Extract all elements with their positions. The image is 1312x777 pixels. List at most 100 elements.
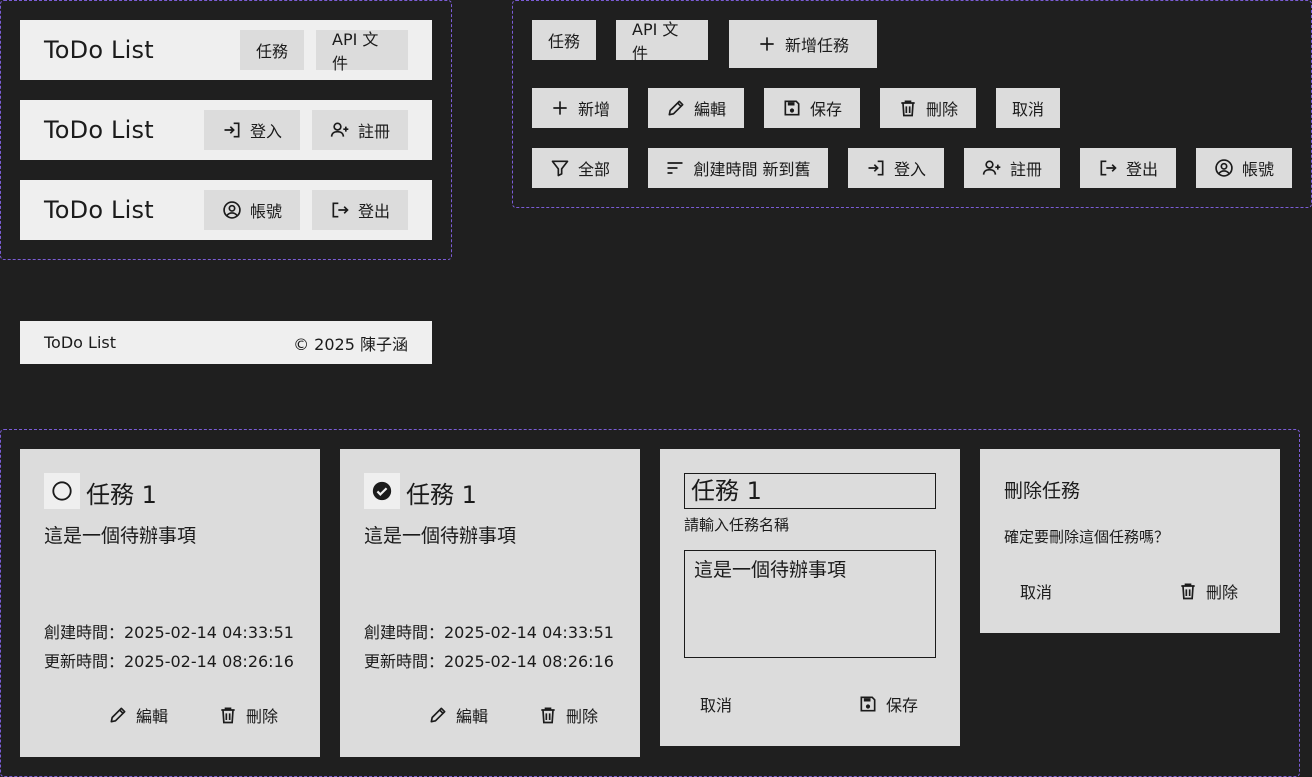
add-task-button[interactable]: 新增任務 <box>729 20 877 68</box>
description-textarea[interactable]: 這是一個待辦事項 <box>684 550 936 658</box>
edit-label: 編輯 <box>693 100 726 119</box>
add-label: 新增 <box>577 100 610 119</box>
edit-button[interactable]: 編輯 <box>648 88 744 128</box>
tasks-label: 任務 <box>548 32 581 51</box>
api-docs-button[interactable]: API 文件 <box>616 20 708 63</box>
filter-all-button[interactable]: 全部 <box>532 148 628 188</box>
nav-api-docs-button[interactable]: API 文件 <box>316 30 408 73</box>
cancel-label: 取消 <box>1012 100 1045 119</box>
logout-icon <box>1098 158 1118 178</box>
complete-checkbox[interactable] <box>364 473 400 509</box>
edit-button[interactable]: 編輯 <box>108 703 168 727</box>
sort-button[interactable]: 創建時間 新到舊 <box>648 148 828 188</box>
save-label: 保存 <box>809 100 842 119</box>
logout-button[interactable]: 登出 <box>1080 148 1176 188</box>
login-button[interactable]: 登入 <box>848 148 944 188</box>
header-bar-user: ToDo List 帳號 登出 <box>20 180 432 240</box>
account-circle-icon <box>1214 158 1234 178</box>
todo-description: 這是一個待辦事項 <box>364 525 517 547</box>
nav-tasks-label: 任務 <box>256 42 289 61</box>
todo-description: 這是一個待辦事項 <box>44 525 197 547</box>
person-add-icon <box>982 158 1002 178</box>
footer-title: ToDo List <box>44 333 117 352</box>
save-icon <box>858 694 878 714</box>
footer: ToDo List © 2025 陳子涵 <box>20 321 432 364</box>
todo-edit-card: 任務 1 請輸入任務名稱 這是一個待辦事項 取消 保存 <box>660 449 960 746</box>
account-circle-icon <box>222 200 242 220</box>
title-hint: 請輸入任務名稱 <box>684 516 790 534</box>
add-task-label: 新增任務 <box>784 36 849 55</box>
cancel-button[interactable]: 取消 <box>700 692 732 716</box>
delete-button[interactable]: 刪除 <box>538 703 598 727</box>
todo-card: 任務 1 這是一個待辦事項 創建時間：2025-02-14 04:33:51 更… <box>20 449 320 757</box>
delete-label: 刪除 <box>925 100 958 119</box>
login-label: 登入 <box>893 160 926 179</box>
sort-icon <box>665 158 685 178</box>
complete-checkbox[interactable] <box>44 473 80 509</box>
logout-button[interactable]: 登出 <box>312 190 408 230</box>
delete-label: 刪除 <box>1206 583 1239 602</box>
updated-time: 更新時間：2025-02-14 08:26:16 <box>44 652 294 671</box>
cancel-label: 取消 <box>1020 583 1053 602</box>
title-input-value: 任務 1 <box>691 477 762 505</box>
save-label: 保存 <box>886 696 919 715</box>
filter-all-label: 全部 <box>577 160 610 179</box>
plus-icon <box>757 34 777 54</box>
account-button[interactable]: 帳號 <box>1196 148 1292 188</box>
confirm-delete-button[interactable]: 刪除 <box>1178 579 1238 603</box>
description-value: 這是一個待辦事項 <box>694 559 847 581</box>
app-title: ToDo List <box>44 196 154 224</box>
todo-title: 任務 1 <box>86 481 157 509</box>
delete-button[interactable]: 刪除 <box>218 703 278 727</box>
app-title: ToDo List <box>44 36 154 64</box>
trash-icon <box>218 705 238 725</box>
edit-button[interactable]: 編輯 <box>428 703 488 727</box>
register-label: 註冊 <box>1009 160 1042 179</box>
logout-label: 登出 <box>1125 160 1158 179</box>
account-label: 帳號 <box>1241 160 1274 179</box>
delete-button[interactable]: 刪除 <box>880 88 976 128</box>
todo-title: 任務 1 <box>406 481 477 509</box>
created-time: 創建時間：2025-02-14 04:33:51 <box>364 623 614 642</box>
footer-copyright: © 2025 陳子涵 <box>293 334 408 354</box>
title-input[interactable]: 任務 1 <box>684 473 936 509</box>
register-button[interactable]: 註冊 <box>964 148 1060 188</box>
plus-icon <box>550 98 570 118</box>
todo-card-completed: 任務 1 這是一個待辦事項 創建時間：2025-02-14 04:33:51 更… <box>340 449 640 757</box>
save-button[interactable]: 保存 <box>764 88 860 128</box>
register-label: 註冊 <box>357 122 390 141</box>
save-icon <box>782 98 802 118</box>
tasks-button[interactable]: 任務 <box>532 20 596 60</box>
trash-icon <box>1178 581 1198 601</box>
trash-icon <box>538 705 558 725</box>
pencil-icon <box>666 98 686 118</box>
header-bar-guest: ToDo List 登入 註冊 <box>20 100 432 160</box>
add-button[interactable]: 新增 <box>532 88 628 128</box>
filter-icon <box>550 158 570 178</box>
dialog-title: 刪除任務 <box>1004 480 1081 502</box>
cancel-button[interactable]: 取消 <box>996 88 1060 128</box>
edit-label: 編輯 <box>456 707 489 726</box>
account-button[interactable]: 帳號 <box>204 190 300 230</box>
account-label: 帳號 <box>249 202 282 221</box>
delete-label: 刪除 <box>566 707 599 726</box>
header-bar-nav: ToDo List 任務 API 文件 <box>20 20 432 80</box>
delete-dialog: 刪除任務 確定要刪除這個任務嗎？ 取消 刪除 <box>980 449 1280 633</box>
created-time: 創建時間：2025-02-14 04:33:51 <box>44 623 294 642</box>
save-button[interactable]: 保存 <box>858 692 918 716</box>
edit-label: 編輯 <box>136 707 169 726</box>
nav-api-docs-label: API 文件 <box>332 30 379 73</box>
nav-tasks-button[interactable]: 任務 <box>240 30 304 70</box>
register-button[interactable]: 註冊 <box>312 110 408 150</box>
pencil-icon <box>108 705 128 725</box>
pencil-icon <box>428 705 448 725</box>
person-add-icon <box>330 120 350 140</box>
login-button[interactable]: 登入 <box>204 110 300 150</box>
trash-icon <box>898 98 918 118</box>
cancel-button[interactable]: 取消 <box>1020 579 1052 603</box>
check-circle-icon <box>372 481 392 501</box>
api-docs-label: API 文件 <box>632 20 679 63</box>
login-icon <box>222 120 242 140</box>
logout-label: 登出 <box>357 202 390 221</box>
radio-unchecked-icon <box>52 481 72 501</box>
